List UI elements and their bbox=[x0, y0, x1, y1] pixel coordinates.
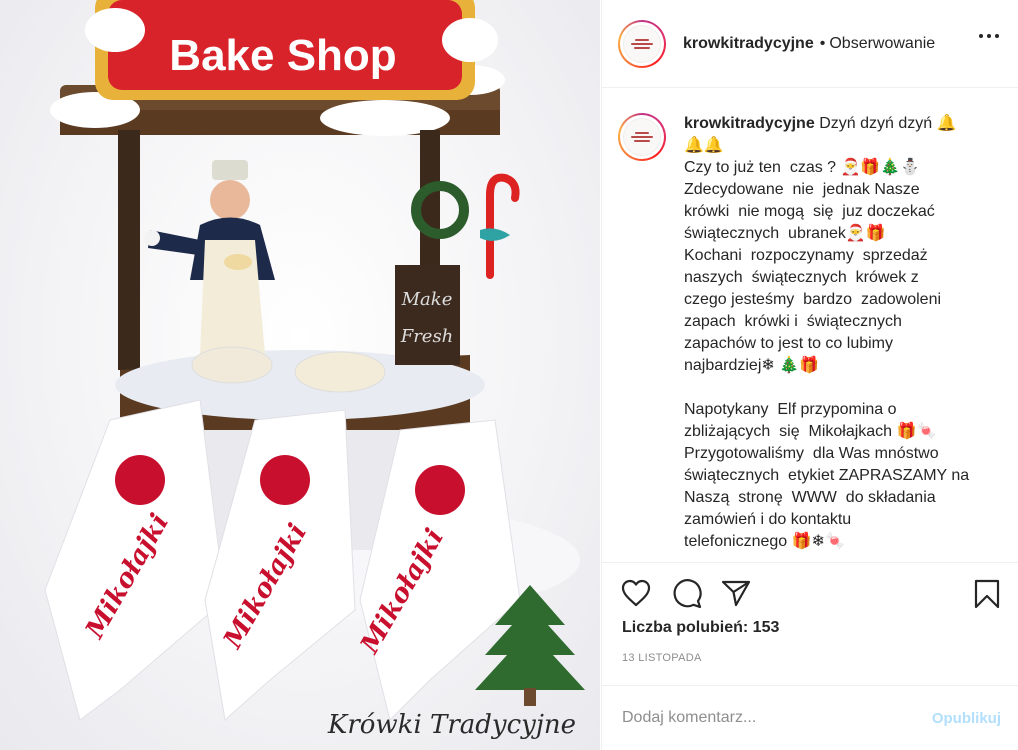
caption-username[interactable]: krowkitradycyjne bbox=[684, 115, 815, 132]
likes-count[interactable]: Liczba polubień: 153 bbox=[622, 619, 779, 637]
sign-text: Bake Shop bbox=[169, 31, 396, 80]
more-dots-icon[interactable] bbox=[979, 34, 999, 38]
send-icon[interactable] bbox=[721, 579, 751, 607]
package-left: Mikołajki bbox=[44, 399, 226, 721]
separator-dot: • bbox=[819, 34, 826, 52]
comment-icon[interactable] bbox=[672, 579, 702, 609]
caption-avatar[interactable] bbox=[618, 113, 666, 161]
baker-head bbox=[210, 180, 250, 220]
avatar[interactable] bbox=[618, 19, 666, 68]
candy-cane-icon bbox=[486, 173, 520, 279]
post-photo[interactable]: Bake Shop Make Fresh Mikołajki Mikołajki… bbox=[0, 0, 600, 750]
caption-area: krowkitradycyjne Dzyń dzyń dzyń 🔔 🔔🔔 Czy… bbox=[602, 89, 1018, 561]
post-side-panel: krowkitradycyjne • Obserwowanie krowkitr… bbox=[601, 0, 1018, 750]
action-bar bbox=[602, 562, 1018, 622]
heart-icon[interactable] bbox=[621, 579, 651, 607]
comment-bar: Dodaj komentarz... Opublikuj bbox=[602, 685, 1018, 750]
caption-body: Dzyń dzyń dzyń 🔔 🔔🔔 Czy to już ten czas … bbox=[684, 115, 970, 550]
username-link[interactable]: krowkitradycyjne bbox=[683, 35, 814, 53]
chalkboard bbox=[395, 265, 460, 365]
svg-text:Make: Make bbox=[401, 289, 453, 310]
svg-text:Fresh: Fresh bbox=[400, 326, 454, 347]
publish-button[interactable]: Opublikuj bbox=[932, 710, 1001, 727]
caption: krowkitradycyjne Dzyń dzyń dzyń 🔔 🔔🔔 Czy… bbox=[684, 113, 984, 553]
post-date[interactable]: 13 LISTOPADA bbox=[622, 652, 702, 664]
watermark: Krówki Tradycyjne bbox=[327, 710, 576, 740]
post-header: krowkitradycyjne • Obserwowanie bbox=[602, 0, 1018, 88]
bookmark-icon[interactable] bbox=[974, 579, 1000, 609]
bake-shop-photo: Bake Shop Make Fresh Mikołajki Mikołajki… bbox=[44, 0, 585, 740]
follow-status-button[interactable]: Obserwowanie bbox=[829, 35, 935, 53]
comment-input[interactable]: Dodaj komentarz... bbox=[622, 709, 932, 727]
